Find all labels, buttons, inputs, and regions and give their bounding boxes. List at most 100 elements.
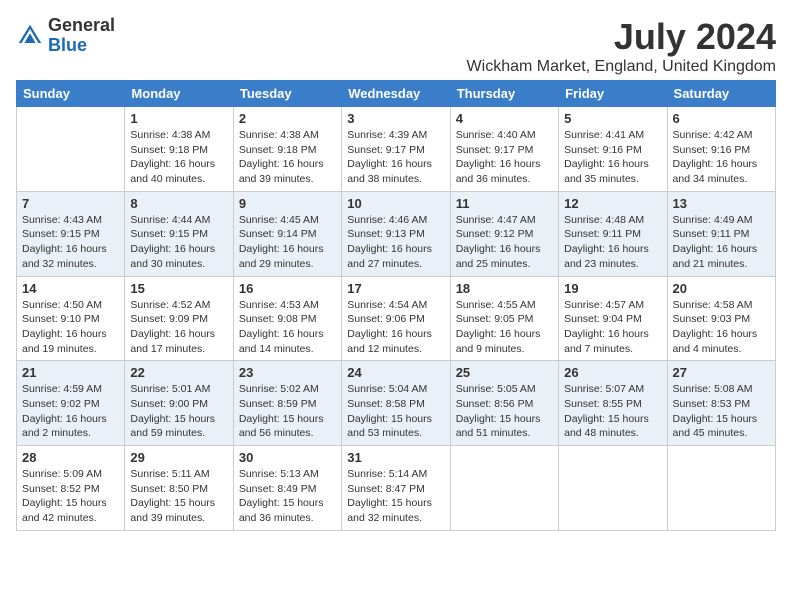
day-info: Sunrise: 4:45 AM Sunset: 9:14 PM Dayligh… <box>239 213 336 272</box>
calendar-cell: 13 Sunrise: 4:49 AM Sunset: 9:11 PM Dayli… <box>667 191 775 276</box>
day-info: Sunrise: 4:38 AM Sunset: 9:18 PM Dayligh… <box>239 128 336 187</box>
calendar-cell <box>667 446 775 531</box>
day-info: Sunrise: 5:13 AM Sunset: 8:49 PM Dayligh… <box>239 467 336 526</box>
calendar-cell: 26Sunrise: 5:07 AM Sunset: 8:55 PM Dayli… <box>559 361 667 446</box>
day-info: Sunrise: 4:39 AM Sunset: 9:17 PM Dayligh… <box>347 128 444 187</box>
day-number: 11 <box>456 196 553 211</box>
day-number: 18 <box>456 281 553 296</box>
calendar-cell: 2Sunrise: 4:38 AM Sunset: 9:18 PM Daylig… <box>233 107 341 192</box>
day-number: 22 <box>130 365 227 380</box>
day-info: Sunrise: 4:46 AM Sunset: 9:13 PM Dayligh… <box>347 213 444 272</box>
day-header-row: Sunday Monday Tuesday Wednesday Thursday… <box>17 81 776 107</box>
calendar-cell: 15 Sunrise: 4:52 AM Sunset: 9:09 PM Dayli… <box>125 276 233 361</box>
day-info: Sunrise: 4:58 AM Sunset: 9:03 PM Dayligh… <box>673 298 770 357</box>
day-info: Sunrise: 5:11 AM Sunset: 8:50 PM Dayligh… <box>130 467 227 526</box>
header-tuesday: Tuesday <box>233 81 341 107</box>
day-number: 27 <box>673 365 770 380</box>
header-thursday: Thursday <box>450 81 558 107</box>
calendar-week-row: 28 Sunrise: 5:09 AM Sunset: 8:52 PM Dayli… <box>17 446 776 531</box>
logo: General Blue <box>16 16 115 56</box>
day-number: 31 <box>347 450 444 465</box>
header-saturday: Saturday <box>667 81 775 107</box>
day-info: Sunrise: 4:55 AM Sunset: 9:05 PM Dayligh… <box>456 298 553 357</box>
calendar-cell <box>17 107 125 192</box>
calendar-cell: 12 Sunrise: 4:48 AM Sunset: 9:11 PM Dayli… <box>559 191 667 276</box>
calendar-cell: 27Sunrise: 5:08 AM Sunset: 8:53 PM Dayli… <box>667 361 775 446</box>
day-number: 19 <box>564 281 661 296</box>
calendar-cell: 9Sunrise: 4:45 AM Sunset: 9:14 PM Daylig… <box>233 191 341 276</box>
day-number: 1 <box>130 111 227 126</box>
day-number: 6 <box>673 111 770 126</box>
day-info: Sunrise: 5:02 AM Sunset: 8:59 PM Dayligh… <box>239 382 336 441</box>
day-info: Sunrise: 4:44 AM Sunset: 9:15 PM Dayligh… <box>130 213 227 272</box>
day-number: 30 <box>239 450 336 465</box>
day-info: Sunrise: 4:49 AM Sunset: 9:11 PM Dayligh… <box>673 213 770 272</box>
day-info: Sunrise: 5:05 AM Sunset: 8:56 PM Dayligh… <box>456 382 553 441</box>
day-info: Sunrise: 5:07 AM Sunset: 8:55 PM Dayligh… <box>564 382 661 441</box>
title-block: July 2024 Wickham Market, England, Unite… <box>467 16 776 76</box>
day-number: 14 <box>22 281 119 296</box>
day-info: Sunrise: 4:48 AM Sunset: 9:11 PM Dayligh… <box>564 213 661 272</box>
calendar-cell: 29 Sunrise: 5:11 AM Sunset: 8:50 PM Dayli… <box>125 446 233 531</box>
calendar-week-row: 7 Sunrise: 4:43 AM Sunset: 9:15 PM Daylig… <box>17 191 776 276</box>
calendar-cell <box>450 446 558 531</box>
header-friday: Friday <box>559 81 667 107</box>
calendar-week-row: 1 Sunrise: 4:38 AM Sunset: 9:18 PM Daylig… <box>17 107 776 192</box>
day-number: 10 <box>347 196 444 211</box>
day-number: 25 <box>456 365 553 380</box>
day-number: 12 <box>564 196 661 211</box>
location-text: Wickham Market, England, United Kingdom <box>467 58 776 76</box>
calendar-cell: 5 Sunrise: 4:41 AM Sunset: 9:16 PM Daylig… <box>559 107 667 192</box>
day-number: 15 <box>130 281 227 296</box>
calendar-cell: 4 Sunrise: 4:40 AM Sunset: 9:17 PM Daylig… <box>450 107 558 192</box>
calendar-cell: 22 Sunrise: 5:01 AM Sunset: 9:00 PM Dayli… <box>125 361 233 446</box>
calendar-week-row: 14 Sunrise: 4:50 AM Sunset: 9:10 PM Dayli… <box>17 276 776 361</box>
day-number: 13 <box>673 196 770 211</box>
day-info: Sunrise: 4:42 AM Sunset: 9:16 PM Dayligh… <box>673 128 770 187</box>
calendar-cell <box>559 446 667 531</box>
logo-icon <box>16 22 44 50</box>
day-info: Sunrise: 4:52 AM Sunset: 9:09 PM Dayligh… <box>130 298 227 357</box>
day-number: 8 <box>130 196 227 211</box>
day-number: 4 <box>456 111 553 126</box>
calendar-cell: 6 Sunrise: 4:42 AM Sunset: 9:16 PM Daylig… <box>667 107 775 192</box>
day-info: Sunrise: 4:47 AM Sunset: 9:12 PM Dayligh… <box>456 213 553 272</box>
calendar-cell: 17Sunrise: 4:54 AM Sunset: 9:06 PM Dayli… <box>342 276 450 361</box>
calendar-cell: 7 Sunrise: 4:43 AM Sunset: 9:15 PM Daylig… <box>17 191 125 276</box>
calendar-cell: 3 Sunrise: 4:39 AM Sunset: 9:17 PM Daylig… <box>342 107 450 192</box>
day-info: Sunrise: 4:54 AM Sunset: 9:06 PM Dayligh… <box>347 298 444 357</box>
calendar-cell: 31 Sunrise: 5:14 AM Sunset: 8:47 PM Dayli… <box>342 446 450 531</box>
day-number: 7 <box>22 196 119 211</box>
day-info: Sunrise: 4:40 AM Sunset: 9:17 PM Dayligh… <box>456 128 553 187</box>
day-number: 5 <box>564 111 661 126</box>
logo-blue-text: Blue <box>48 36 115 56</box>
day-info: Sunrise: 4:38 AM Sunset: 9:18 PM Dayligh… <box>130 128 227 187</box>
calendar-table: Sunday Monday Tuesday Wednesday Thursday… <box>16 80 776 531</box>
day-info: Sunrise: 5:14 AM Sunset: 8:47 PM Dayligh… <box>347 467 444 526</box>
day-info: Sunrise: 4:41 AM Sunset: 9:16 PM Dayligh… <box>564 128 661 187</box>
day-info: Sunrise: 4:43 AM Sunset: 9:15 PM Dayligh… <box>22 213 119 272</box>
calendar-cell: 10 Sunrise: 4:46 AM Sunset: 9:13 PM Dayli… <box>342 191 450 276</box>
day-number: 28 <box>22 450 119 465</box>
calendar-cell: 14 Sunrise: 4:50 AM Sunset: 9:10 PM Dayli… <box>17 276 125 361</box>
header-wednesday: Wednesday <box>342 81 450 107</box>
calendar-cell: 11 Sunrise: 4:47 AM Sunset: 9:12 PM Dayli… <box>450 191 558 276</box>
calendar-cell: 30 Sunrise: 5:13 AM Sunset: 8:49 PM Dayli… <box>233 446 341 531</box>
month-year-title: July 2024 <box>467 16 776 58</box>
day-number: 16 <box>239 281 336 296</box>
header: General Blue July 2024 Wickham Market, E… <box>16 16 776 76</box>
day-number: 21 <box>22 365 119 380</box>
calendar-cell: 8 Sunrise: 4:44 AM Sunset: 9:15 PM Daylig… <box>125 191 233 276</box>
logo-general-text: General <box>48 16 115 36</box>
day-info: Sunrise: 5:01 AM Sunset: 9:00 PM Dayligh… <box>130 382 227 441</box>
day-number: 29 <box>130 450 227 465</box>
calendar-cell: 19 Sunrise: 4:57 AM Sunset: 9:04 PM Dayli… <box>559 276 667 361</box>
day-info: Sunrise: 4:50 AM Sunset: 9:10 PM Dayligh… <box>22 298 119 357</box>
calendar-cell: 20Sunrise: 4:58 AM Sunset: 9:03 PM Dayli… <box>667 276 775 361</box>
day-info: Sunrise: 4:53 AM Sunset: 9:08 PM Dayligh… <box>239 298 336 357</box>
day-info: Sunrise: 4:59 AM Sunset: 9:02 PM Dayligh… <box>22 382 119 441</box>
day-number: 23 <box>239 365 336 380</box>
day-number: 3 <box>347 111 444 126</box>
day-info: Sunrise: 5:09 AM Sunset: 8:52 PM Dayligh… <box>22 467 119 526</box>
day-info: Sunrise: 4:57 AM Sunset: 9:04 PM Dayligh… <box>564 298 661 357</box>
